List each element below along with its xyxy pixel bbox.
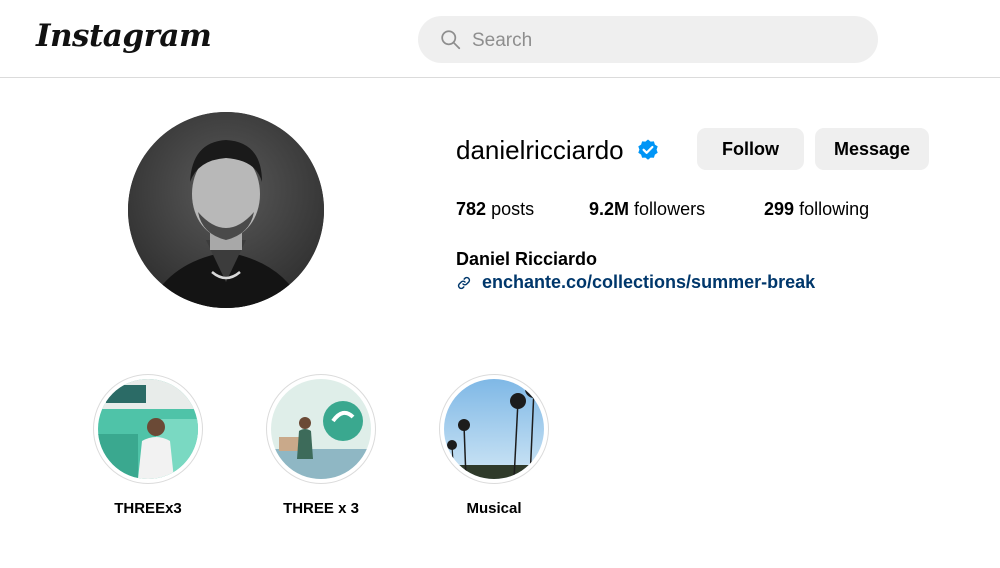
instagram-logo[interactable]: Instagram <box>36 18 212 54</box>
message-button[interactable]: Message <box>815 128 929 170</box>
link-icon <box>457 276 471 290</box>
story-highlight[interactable]: THREEx3 <box>92 374 204 517</box>
search-input[interactable] <box>470 16 854 65</box>
following-count-label: following <box>799 199 870 219</box>
highlight-cover-image <box>444 379 544 479</box>
posts-count: 782 posts <box>456 199 534 220</box>
followers-count-label: followers <box>634 199 706 219</box>
highlight-cover-image <box>271 379 371 479</box>
following-count[interactable]: 299 following <box>764 199 869 220</box>
verified-badge-icon <box>638 139 658 160</box>
profile-full-name: Daniel Ricciardo <box>456 249 598 269</box>
highlight-ring <box>439 374 549 484</box>
story-highlight[interactable]: Musical <box>438 374 550 517</box>
highlight-label: THREE x 3 <box>283 500 359 517</box>
followers-count-value: 9.2M <box>589 199 630 219</box>
following-count-value: 299 <box>764 199 795 219</box>
highlight-cover-image <box>98 379 198 479</box>
search-bar[interactable] <box>418 16 878 65</box>
posts-count-value: 782 <box>456 199 487 219</box>
highlight-ring <box>266 374 376 484</box>
story-highlight[interactable]: THREE x 3 <box>265 374 377 517</box>
profile-avatar[interactable] <box>128 112 324 308</box>
followers-count[interactable]: 9.2M followers <box>589 199 705 220</box>
highlight-label: THREEx3 <box>114 500 182 517</box>
top-navigation-bar: Instagram <box>0 0 1000 78</box>
follow-button[interactable]: Follow <box>697 128 804 170</box>
bio-link[interactable]: enchante.co/collections/summer-break <box>482 272 815 293</box>
posts-count-label: posts <box>491 199 535 219</box>
highlight-ring <box>93 374 203 484</box>
profile-username: danielricciardo <box>456 135 624 165</box>
highlight-label: Musical <box>466 500 522 517</box>
search-icon <box>441 30 461 50</box>
